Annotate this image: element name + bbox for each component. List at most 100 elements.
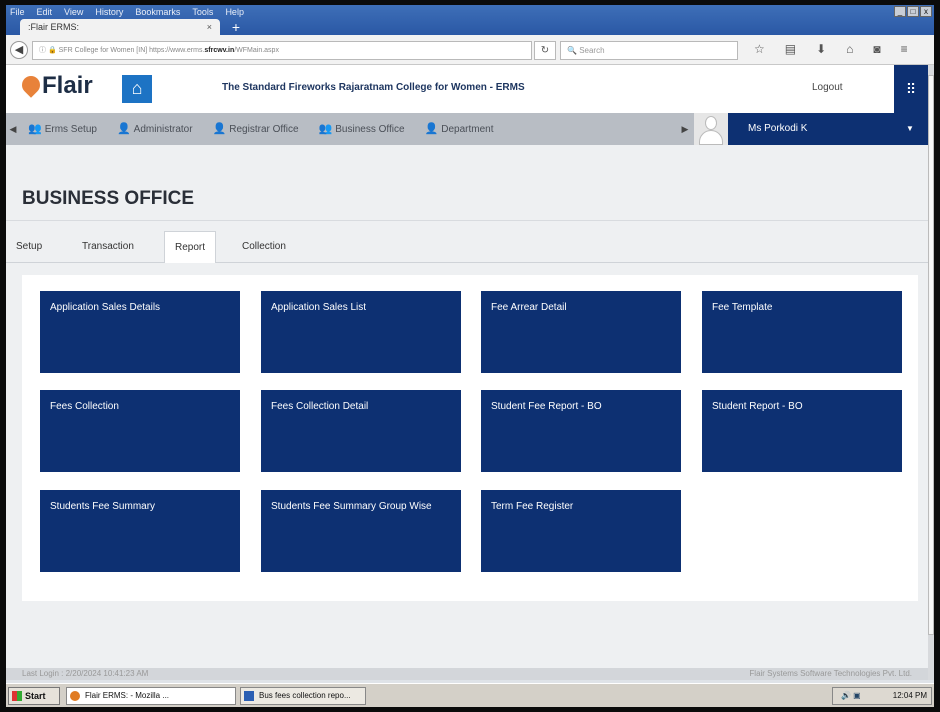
app-logo: Flair: [42, 72, 93, 99]
avatar: [694, 113, 728, 145]
browser-toolbar-icons: ☆ ▤ ⬇ ⌂ ◙ ≡: [754, 42, 908, 56]
user-menu[interactable]: Ms Porkodi K ▼: [694, 113, 928, 145]
tile-student-fee-report-bo[interactable]: Student Fee Report - BO: [481, 390, 681, 472]
browser-navbar: ◀ ⓘ 🔒 SFR College for Women [IN] https:/…: [6, 35, 934, 65]
page-title-bar: BUSINESS OFFICE: [6, 145, 928, 221]
taskbar-item-label: Flair ERMS: - Mozilla ...: [85, 691, 170, 700]
tray-icons[interactable]: 🔊 ▣: [841, 688, 861, 704]
clock: 12:04 PM: [892, 691, 927, 700]
tile-fee-arrear-detail[interactable]: Fee Arrear Detail: [481, 291, 681, 373]
back-arrow-icon[interactable]: ◀: [10, 41, 28, 59]
section-tabs: Setup Transaction Report Collection: [6, 221, 928, 263]
tab-report[interactable]: Report: [164, 231, 217, 263]
user-icon: 👤: [212, 123, 227, 135]
module-label: Registrar Office: [229, 124, 299, 135]
tab-transaction[interactable]: Transaction: [82, 231, 134, 263]
pocket-icon[interactable]: ◙: [873, 42, 880, 56]
url-domain: sfrcwv.in: [204, 47, 235, 54]
home-button[interactable]: ⌂: [122, 75, 152, 103]
lock-icon: 🔒: [47, 47, 59, 54]
menu-file[interactable]: File: [10, 7, 25, 19]
reload-icon[interactable]: ↻: [534, 41, 556, 60]
module-administrator[interactable]: 👤 Administrator: [117, 113, 193, 145]
system-tray: 🔊 ▣ 12:04 PM: [832, 687, 932, 705]
browser-menu: File Edit View History Bookmarks Tools H…: [10, 7, 244, 19]
home-icon[interactable]: ⌂: [846, 42, 853, 56]
module-label: Administrator: [133, 124, 193, 135]
vertical-scrollbar[interactable]: [928, 65, 934, 680]
tile-fees-collection-detail[interactable]: Fees Collection Detail: [261, 390, 461, 472]
menu-edit[interactable]: Edit: [37, 7, 53, 19]
tile-application-sales-list[interactable]: Application Sales List: [261, 291, 461, 373]
tile-student-report-bo[interactable]: Student Report - BO: [702, 390, 902, 472]
browser-tab[interactable]: :Flair ERMS: ×: [20, 19, 220, 35]
word-doc-icon: [244, 691, 254, 701]
module-nav: ◀ 👥 Erms Setup 👤 Administrator 👤 Registrar …: [6, 113, 928, 145]
logo-drop-icon: [18, 72, 44, 98]
nav-right-arrow-icon[interactable]: ▶: [678, 113, 692, 145]
taskbar-item-firefox[interactable]: Flair ERMS: - Mozilla ...: [66, 687, 236, 705]
scrollbar-thumb[interactable]: [928, 75, 934, 635]
last-login: Last Login : 2/20/2024 10:41:23 AM: [22, 669, 149, 678]
tile-students-fee-summary-group-wise[interactable]: Students Fee Summary Group Wise: [261, 490, 461, 572]
nav-left-arrow-icon[interactable]: ◀: [6, 113, 20, 145]
firefox-icon: [70, 691, 80, 701]
tab-setup[interactable]: Setup: [16, 231, 42, 263]
menu-history[interactable]: History: [95, 7, 123, 19]
module-label: Department: [441, 124, 494, 135]
apps-grid-icon[interactable]: ⠿: [894, 65, 928, 113]
url-site-identity: SFR College for Women [IN]: [58, 47, 148, 54]
copyright: Flair Systems Software Technologies Pvt.…: [749, 669, 912, 678]
logout-link[interactable]: Logout: [812, 82, 843, 93]
menu-help[interactable]: Help: [225, 7, 244, 19]
taskbar-item-document[interactable]: Bus fees collection repo...: [240, 687, 366, 705]
minimize-button[interactable]: _: [894, 6, 906, 17]
app-footer: Last Login : 2/20/2024 10:41:23 AM Flair…: [6, 668, 928, 680]
hamburger-menu-icon[interactable]: ≡: [901, 42, 908, 56]
start-label: Start: [25, 691, 46, 701]
browser-titlebar: File Edit View History Bookmarks Tools H…: [6, 5, 934, 35]
college-title: The Standard Fireworks Rajaratnam Colleg…: [222, 82, 525, 93]
module-registrar-office[interactable]: 👤 Registrar Office: [213, 113, 299, 145]
module-erms-setup[interactable]: 👥 Erms Setup: [28, 113, 97, 145]
tile-students-fee-summary[interactable]: Students Fee Summary: [40, 490, 240, 572]
start-button[interactable]: Start: [8, 687, 60, 705]
download-icon[interactable]: ⬇: [816, 42, 826, 56]
module-department[interactable]: 👤 Department: [425, 113, 494, 145]
page-title: BUSINESS OFFICE: [22, 188, 195, 209]
maximize-button[interactable]: □: [907, 6, 919, 17]
tile-fee-template[interactable]: Fee Template: [702, 291, 902, 373]
search-input[interactable]: 🔍 Search: [560, 41, 738, 60]
info-icon: ⓘ: [39, 47, 48, 54]
users-icon: 👥: [28, 123, 42, 135]
windows-flag-icon: [12, 691, 22, 701]
module-list: 👥 Erms Setup 👤 Administrator 👤 Registrar Of…: [28, 113, 494, 145]
user-icon: 👤: [424, 123, 439, 135]
tab-collection[interactable]: Collection: [242, 231, 286, 263]
bookmark-star-icon[interactable]: ☆: [754, 42, 765, 56]
tile-term-fee-register[interactable]: Term Fee Register: [481, 490, 681, 572]
window-controls: _ □ x: [894, 6, 932, 17]
module-label: Business Office: [335, 124, 405, 135]
library-icon[interactable]: ▤: [785, 42, 796, 56]
search-icon: 🔍: [567, 46, 580, 55]
os-taskbar: Start Flair ERMS: - Mozilla ... Bus fees…: [6, 683, 934, 707]
menu-tools[interactable]: Tools: [192, 7, 213, 19]
url-path: https://www.erms.: [149, 47, 205, 54]
user-name: Ms Porkodi K: [748, 123, 808, 134]
close-icon[interactable]: ×: [207, 19, 212, 35]
chevron-down-icon[interactable]: ▼: [906, 113, 914, 145]
taskbar-item-label: Bus fees collection repo...: [259, 691, 351, 700]
tile-application-sales-details[interactable]: Application Sales Details: [40, 291, 240, 373]
search-placeholder: Search: [579, 46, 605, 55]
menu-bookmarks[interactable]: Bookmarks: [135, 7, 180, 19]
close-window-button[interactable]: x: [920, 6, 932, 17]
url-input[interactable]: ⓘ 🔒 SFR College for Women [IN] https://w…: [32, 41, 532, 60]
menu-view[interactable]: View: [64, 7, 83, 19]
tile-fees-collection[interactable]: Fees Collection: [40, 390, 240, 472]
module-business-office[interactable]: 👥 Business Office: [319, 113, 405, 145]
url-rest: /WFMain.aspx: [234, 47, 279, 54]
app-header: Flair ⌂ The Standard Fireworks Rajaratna…: [6, 65, 928, 113]
user-icon: 👤: [116, 123, 131, 135]
new-tab-icon[interactable]: +: [228, 19, 244, 35]
